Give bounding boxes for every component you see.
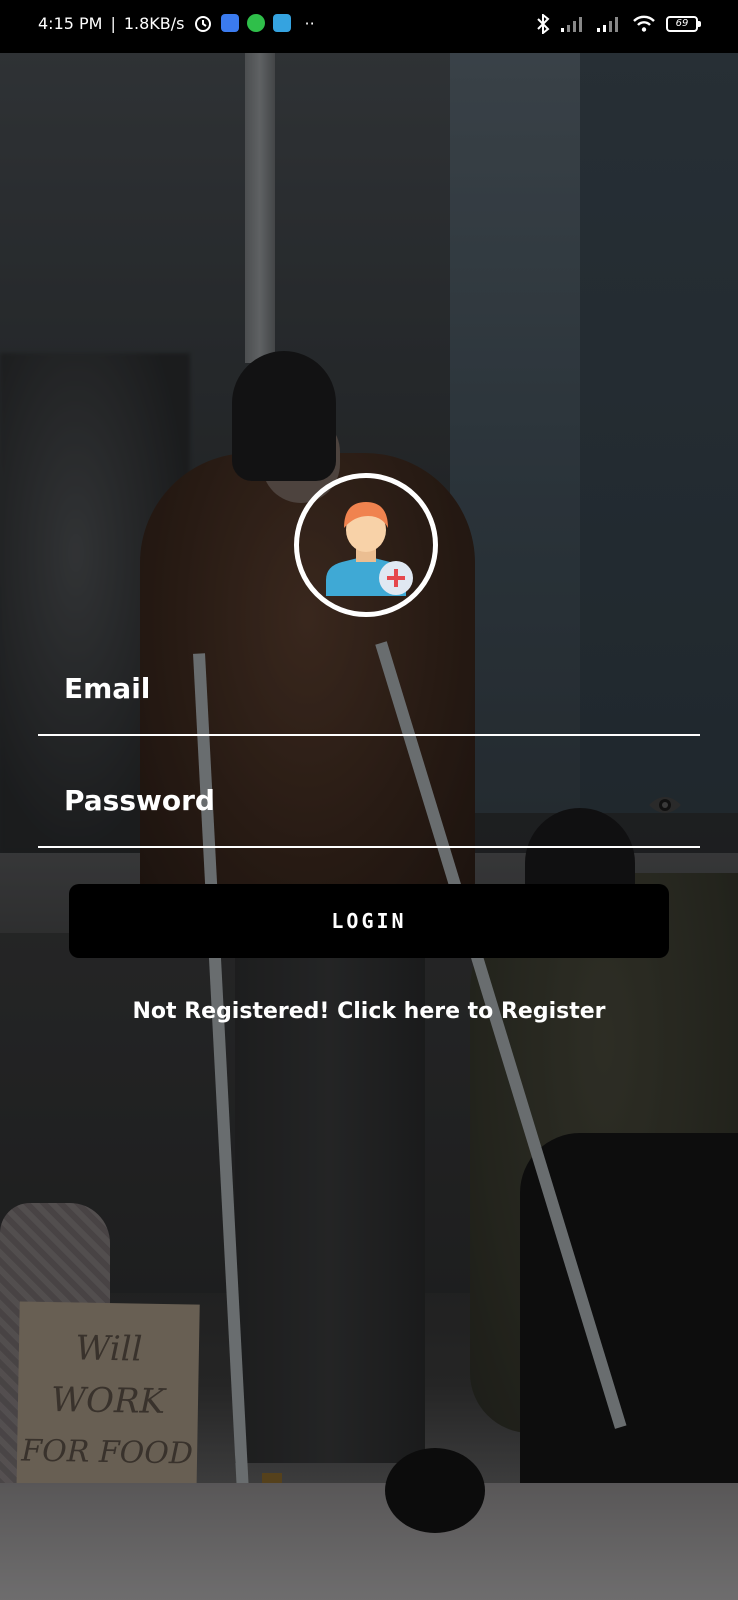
login-button[interactable]: LOGIN xyxy=(69,884,669,958)
email-placeholder: Email xyxy=(64,672,151,705)
profile-avatar[interactable] xyxy=(294,473,438,617)
wifi-icon xyxy=(633,15,655,32)
telegram-icon xyxy=(272,14,291,32)
password-field[interactable]: Password xyxy=(38,772,700,848)
more-dots-icon: ·· xyxy=(304,13,315,33)
network-speed: 1.8KB/s xyxy=(123,13,185,33)
email-field[interactable]: Email xyxy=(38,660,700,736)
eye-icon[interactable] xyxy=(648,794,682,816)
status-bar: 4:15 PM | 1.8KB/s ·· 69 xyxy=(0,0,738,53)
alarm-icon xyxy=(194,16,211,32)
whatsapp-icon xyxy=(246,14,265,32)
user-add-icon xyxy=(326,502,413,596)
status-separator: | xyxy=(110,13,116,33)
signal-icon xyxy=(597,17,618,32)
status-time: 4:15 PM xyxy=(38,13,103,33)
login-screen: 4:15 PM | 1.8KB/s ·· 69 Will WORK FOR FO… xyxy=(0,0,738,1600)
bluetooth-icon xyxy=(537,14,550,34)
signal-icon xyxy=(561,17,582,32)
password-placeholder: Password xyxy=(64,784,215,817)
status-right: 69 xyxy=(536,14,701,34)
status-left: 4:15 PM | 1.8KB/s ·· xyxy=(38,13,315,33)
register-link[interactable]: Not Registered! Click here to Register xyxy=(0,999,738,1024)
messages-app-icon xyxy=(220,14,239,32)
battery-icon: 69 xyxy=(666,16,701,32)
